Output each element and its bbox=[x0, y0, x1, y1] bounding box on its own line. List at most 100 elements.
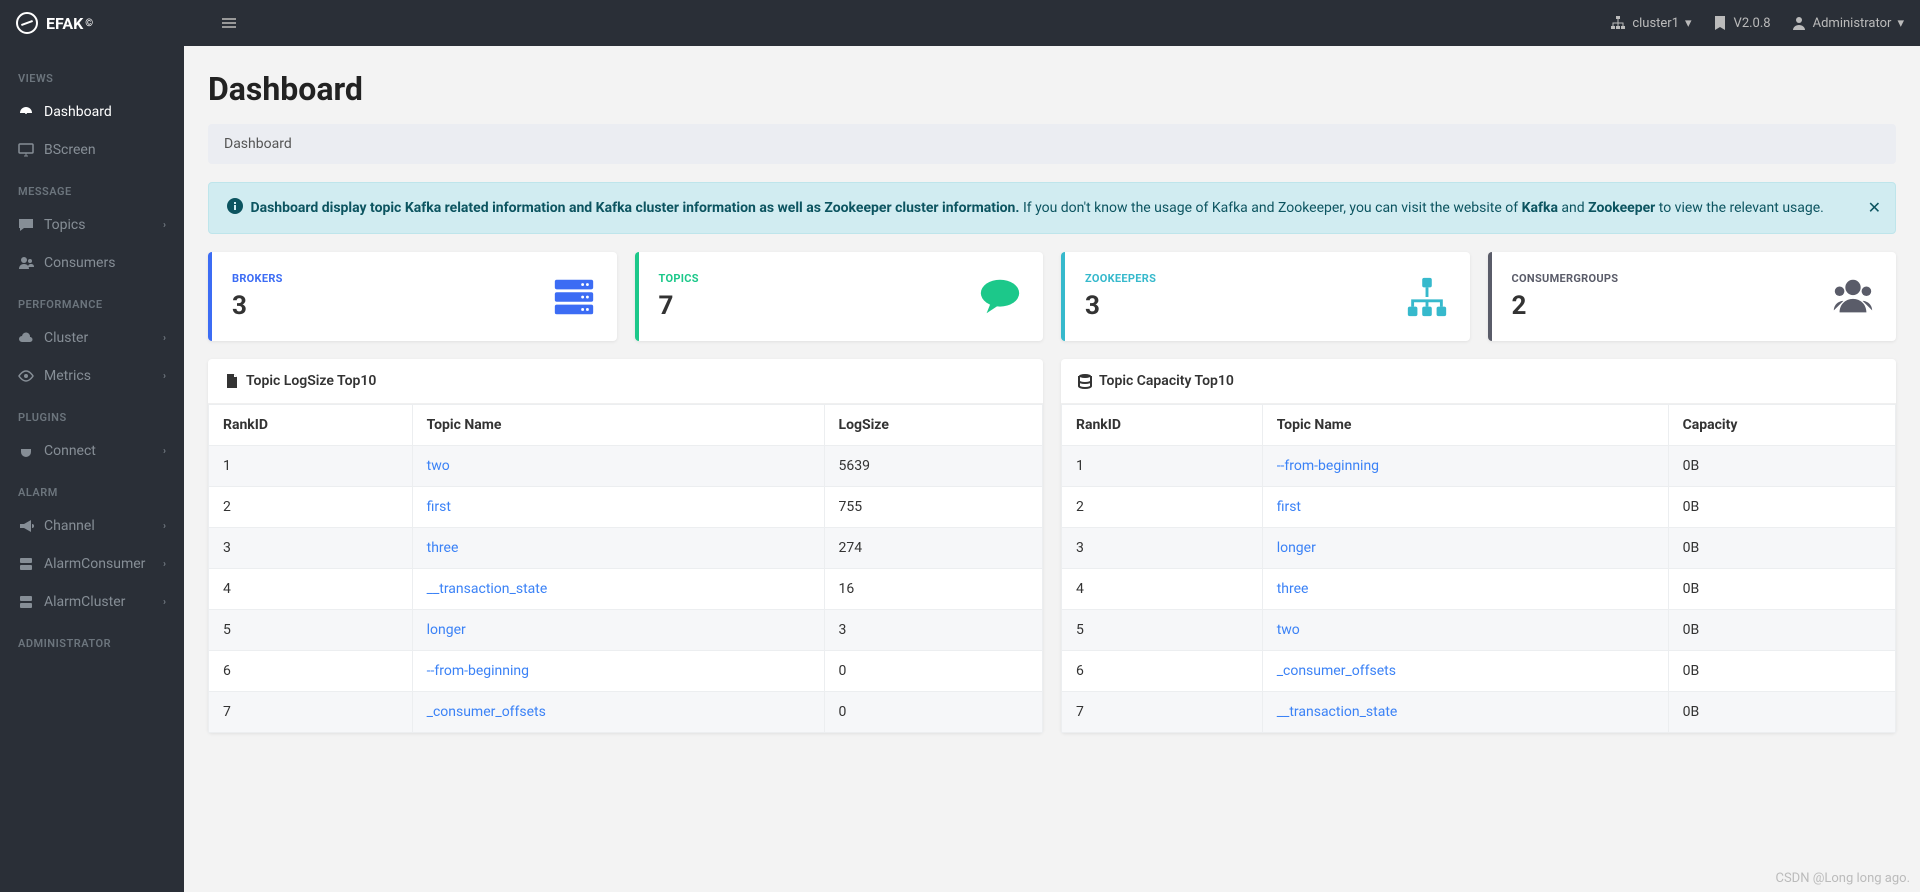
sidebar-item-topics[interactable]: Topics› bbox=[0, 206, 184, 244]
stat-brokers[interactable]: BROKERS 3 bbox=[208, 252, 617, 341]
chevron-right-icon: › bbox=[163, 371, 166, 382]
topic-link[interactable]: --from-beginning bbox=[427, 663, 529, 679]
sidebar-item-consumers[interactable]: Consumers bbox=[0, 244, 184, 282]
brand-logo-icon bbox=[16, 12, 38, 34]
cell-value: 0B bbox=[1668, 692, 1895, 733]
topic-link[interactable]: longer bbox=[1277, 540, 1316, 556]
table-row: 5two0B bbox=[1062, 610, 1896, 651]
topic-link[interactable]: __transaction_state bbox=[427, 581, 548, 597]
bars-icon bbox=[221, 15, 237, 31]
brand-name: EFAK bbox=[46, 14, 83, 33]
sidebar-item-label: Connect bbox=[44, 443, 96, 459]
table-row: 3three274 bbox=[209, 528, 1043, 569]
info-alert: Dashboard display topic Kafka related in… bbox=[208, 182, 1896, 234]
cell-value: 0B bbox=[1668, 528, 1895, 569]
sidebar-item-label: AlarmConsumer bbox=[44, 556, 145, 572]
sitemap-icon bbox=[1404, 274, 1450, 320]
alert-zookeeper-link[interactable]: Zookeeper bbox=[1588, 200, 1655, 216]
alert-kafka-link[interactable]: Kafka bbox=[1522, 200, 1558, 216]
topic-link[interactable]: longer bbox=[427, 622, 466, 638]
cell-value: 0 bbox=[824, 692, 1043, 733]
dashboard-icon bbox=[18, 104, 34, 120]
cell-name: first bbox=[1262, 487, 1668, 528]
sidebar-item-metrics[interactable]: Metrics › bbox=[0, 357, 184, 395]
page-title: Dashboard bbox=[208, 70, 1896, 108]
topic-link[interactable]: three bbox=[1277, 581, 1309, 597]
cloud-icon bbox=[18, 330, 34, 346]
col-name: Topic Name bbox=[412, 405, 824, 446]
eye-icon bbox=[18, 368, 34, 384]
topbar: EFAK © cluster1 ▾ V2.0.8 Administrator ▾ bbox=[0, 0, 1920, 46]
col-name: Topic Name bbox=[1262, 405, 1668, 446]
sidebar-section-title: VIEWS bbox=[0, 56, 184, 93]
sidebar-item-dashboard[interactable]: Dashboard bbox=[0, 93, 184, 131]
stat-topics[interactable]: TOPICS 7 bbox=[635, 252, 1044, 341]
table-row: 1two5639 bbox=[209, 446, 1043, 487]
menu-collapse-button[interactable] bbox=[213, 15, 245, 31]
alert-lead: Dashboard display topic Kafka related in… bbox=[250, 200, 1019, 216]
cell-name: _consumer_offsets bbox=[1262, 651, 1668, 692]
topic-link[interactable]: two bbox=[427, 458, 450, 474]
alert-and: and bbox=[1558, 200, 1588, 216]
stat-brokers-label: BROKERS bbox=[232, 272, 283, 285]
topic-link[interactable]: three bbox=[427, 540, 459, 556]
cell-name: longer bbox=[412, 610, 824, 651]
panel-logsize-title: Topic LogSize Top10 bbox=[246, 373, 376, 389]
topic-link[interactable]: two bbox=[1277, 622, 1300, 638]
sidebar-item-alarmcluster[interactable]: AlarmCluster › bbox=[0, 583, 184, 621]
user-icon bbox=[1791, 15, 1807, 31]
users-icon bbox=[1830, 274, 1876, 320]
table-row: 4three0B bbox=[1062, 569, 1896, 610]
cell-value: 0B bbox=[1668, 651, 1895, 692]
stat-topics-label: TOPICS bbox=[659, 272, 699, 285]
cell-rank: 3 bbox=[209, 528, 413, 569]
col-value: LogSize bbox=[824, 405, 1043, 446]
cell-rank: 7 bbox=[1062, 692, 1263, 733]
sidebar-item-alarmconsumer[interactable]: AlarmConsumer › bbox=[0, 545, 184, 583]
table-row: 2first755 bbox=[209, 487, 1043, 528]
sidebar: VIEWSDashboardBScreenMESSAGETopics›Consu… bbox=[0, 46, 184, 892]
table-logsize: RankID Topic Name LogSize 1two56392first… bbox=[208, 404, 1043, 733]
cell-value: 5639 bbox=[824, 446, 1043, 487]
sidebar-item-label: Metrics bbox=[44, 368, 91, 384]
sidebar-section-title: PLUGINS bbox=[0, 395, 184, 432]
cluster-selector[interactable]: cluster1 ▾ bbox=[1610, 15, 1691, 31]
cell-name: two bbox=[1262, 610, 1668, 651]
user-menu[interactable]: Administrator ▾ bbox=[1791, 15, 1904, 31]
cell-rank: 5 bbox=[1062, 610, 1263, 651]
stat-zookeepers[interactable]: ZOOKEEPERS 3 bbox=[1061, 252, 1470, 341]
topic-link[interactable]: --from-beginning bbox=[1277, 458, 1379, 474]
server-icon bbox=[551, 274, 597, 320]
topic-link[interactable]: __transaction_state bbox=[1277, 704, 1398, 720]
stat-consumergroups[interactable]: CONSUMERGROUPS 2 bbox=[1488, 252, 1897, 341]
topic-link[interactable]: _consumer_offsets bbox=[1277, 663, 1396, 679]
cell-value: 3 bbox=[824, 610, 1043, 651]
cell-rank: 6 bbox=[1062, 651, 1263, 692]
brand-logo[interactable]: EFAK © bbox=[16, 12, 93, 34]
table-row: 6 _consumer_offsets 0B bbox=[1062, 651, 1896, 692]
sidebar-item-channel[interactable]: Channel› bbox=[0, 507, 184, 545]
topic-link[interactable]: first bbox=[1277, 499, 1301, 515]
users-icon bbox=[18, 255, 34, 271]
chevron-right-icon: › bbox=[163, 597, 166, 608]
sidebar-item-label: Topics bbox=[44, 217, 85, 233]
chevron-right-icon: › bbox=[163, 559, 166, 570]
comment-icon bbox=[18, 217, 34, 233]
version-badge[interactable]: V2.0.8 bbox=[1712, 15, 1771, 31]
stat-zookeepers-label: ZOOKEEPERS bbox=[1085, 272, 1156, 285]
cell-value: 0 bbox=[824, 651, 1043, 692]
server-icon bbox=[18, 594, 34, 610]
topic-link[interactable]: _consumer_offsets bbox=[427, 704, 546, 720]
cell-rank: 4 bbox=[209, 569, 413, 610]
alert-close-button[interactable]: ✕ bbox=[1868, 195, 1881, 221]
sidebar-item-bscreen[interactable]: BScreen bbox=[0, 131, 184, 169]
topic-link[interactable]: first bbox=[427, 499, 451, 515]
panel-logsize: Topic LogSize Top10 RankID Topic Name Lo… bbox=[208, 359, 1043, 733]
col-rank: RankID bbox=[1062, 405, 1263, 446]
sidebar-item-cluster[interactable]: Cluster› bbox=[0, 319, 184, 357]
bullhorn-icon bbox=[18, 518, 34, 534]
sidebar-item-connect[interactable]: Connect› bbox=[0, 432, 184, 470]
panel-capacity: Topic Capacity Top10 RankID Topic Name C… bbox=[1061, 359, 1896, 733]
plug-icon bbox=[18, 443, 34, 459]
sidebar-item-label: AlarmCluster bbox=[44, 594, 125, 610]
